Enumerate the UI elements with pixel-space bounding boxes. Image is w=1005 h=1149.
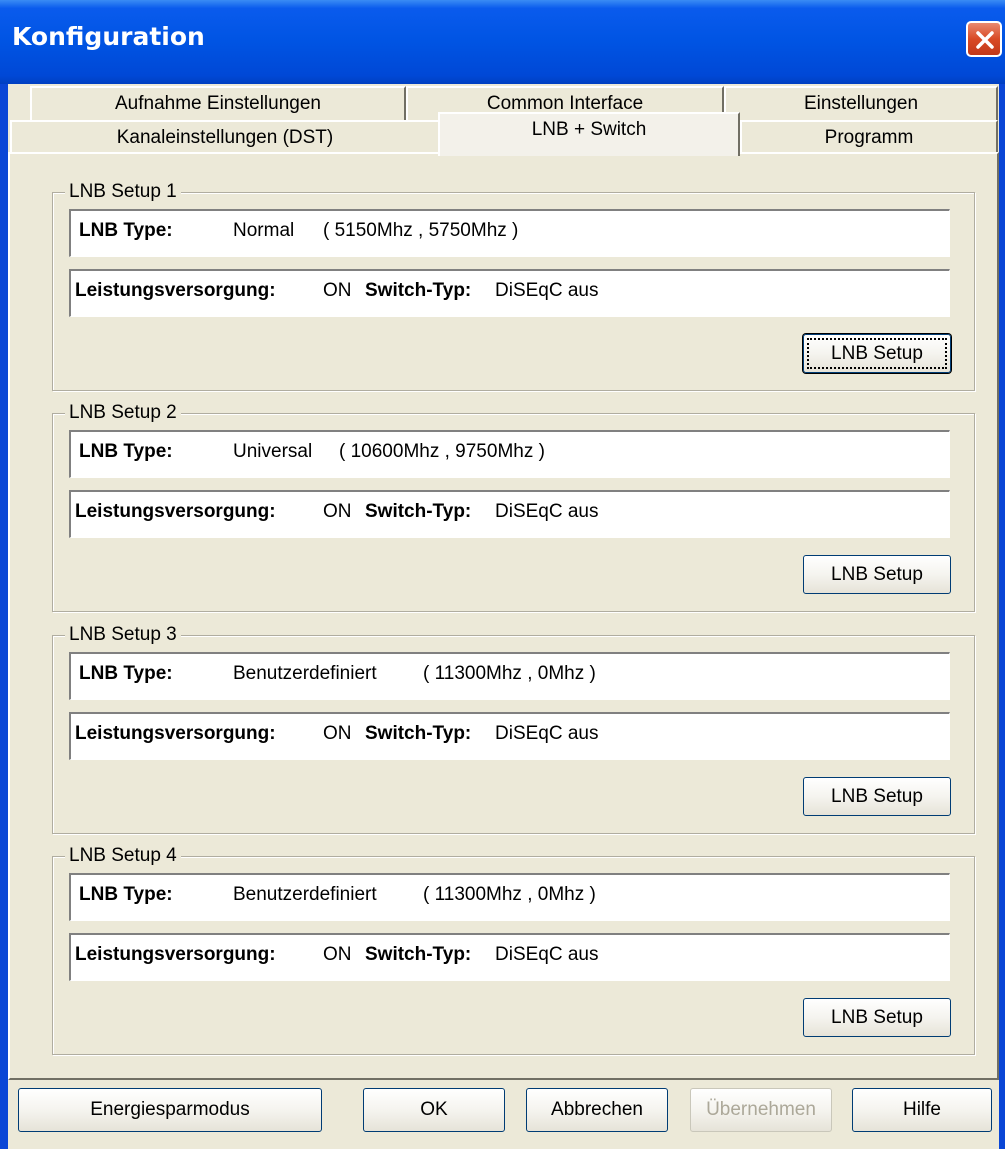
tab-einstellungen[interactable]: Einstellungen	[724, 86, 998, 122]
lnb-frequencies: ( 11300Mhz , 0Mhz )	[423, 663, 596, 684]
power-value: ON	[323, 501, 352, 522]
power-value: ON	[323, 944, 352, 965]
switch-value: DiSEqC aus	[495, 723, 599, 744]
energy-saving-button[interactable]: Energiesparmodus	[18, 1088, 322, 1132]
power-label: Leistungsversorgung:	[75, 723, 276, 744]
lnb-setup-button-3[interactable]: LNB Setup	[803, 777, 951, 816]
lnb-setup-group-1: LNB Setup 1 LNB Type: Normal ( 5150Mhz ,…	[52, 181, 975, 391]
switch-value: DiSEqC aus	[495, 501, 599, 522]
tab-aufnahme-einstellungen[interactable]: Aufnahme Einstellungen	[30, 86, 406, 122]
cancel-button[interactable]: Abbrechen	[526, 1088, 668, 1132]
lnb-type-label: LNB Type:	[79, 663, 173, 684]
title-bar[interactable]: Konfiguration	[0, 0, 1005, 84]
lnb-type-value: Benutzerdefiniert	[233, 884, 377, 905]
lnb-setup-group-3: LNB Setup 3 LNB Type: Benutzerdefiniert …	[52, 624, 975, 834]
power-switch-box: Leistungsversorgung: ON Switch-Typ: DiSE…	[69, 712, 950, 760]
lnb-setup-group-2: LNB Setup 2 LNB Type: Universal ( 10600M…	[52, 402, 975, 612]
tab-lnb-switch[interactable]: LNB + Switch	[438, 112, 740, 156]
lnb-type-box: LNB Type: Benutzerdefiniert ( 11300Mhz ,…	[69, 873, 950, 921]
tab-programm[interactable]: Programm	[740, 120, 998, 156]
lnb-setup-button-4[interactable]: LNB Setup	[803, 998, 951, 1037]
power-label: Leistungsversorgung:	[75, 280, 276, 301]
window-title: Konfiguration	[12, 22, 205, 51]
group-legend: LNB Setup 2	[65, 402, 181, 424]
power-value: ON	[323, 723, 352, 744]
lnb-type-value: Normal	[233, 220, 295, 241]
group-legend: LNB Setup 4	[65, 845, 181, 867]
power-label: Leistungsversorgung:	[75, 501, 276, 522]
ok-button[interactable]: OK	[363, 1088, 505, 1132]
apply-button[interactable]: Übernehmen	[690, 1088, 832, 1132]
lnb-type-label: LNB Type:	[79, 884, 173, 905]
lnb-setup-group-4: LNB Setup 4 LNB Type: Benutzerdefiniert …	[52, 845, 975, 1055]
group-legend: LNB Setup 3	[65, 624, 181, 646]
lnb-frequencies: ( 10600Mhz , 9750Mhz )	[339, 441, 545, 462]
switch-value: DiSEqC aus	[495, 280, 599, 301]
switch-label: Switch-Typ:	[365, 501, 472, 522]
switch-value: DiSEqC aus	[495, 944, 599, 965]
help-button[interactable]: Hilfe	[852, 1088, 992, 1132]
lnb-type-value: Universal	[233, 441, 313, 462]
lnb-type-box: LNB Type: Benutzerdefiniert ( 11300Mhz ,…	[69, 652, 950, 700]
lnb-setup-button-1[interactable]: LNB Setup	[803, 334, 951, 373]
lnb-frequencies: ( 5150Mhz , 5750Mhz )	[323, 220, 519, 241]
lnb-type-value: Benutzerdefiniert	[233, 663, 377, 684]
lnb-type-box: LNB Type: Normal ( 5150Mhz , 5750Mhz )	[69, 209, 950, 257]
lnb-type-label: LNB Type:	[79, 441, 173, 462]
lnb-frequencies: ( 11300Mhz , 0Mhz )	[423, 884, 596, 905]
lnb-type-label: LNB Type:	[79, 220, 173, 241]
lnb-setup-button-2[interactable]: LNB Setup	[803, 555, 951, 594]
power-switch-box: Leistungsversorgung: ON Switch-Typ: DiSE…	[69, 933, 950, 981]
power-label: Leistungsversorgung:	[75, 944, 276, 965]
tab-kanaleinstellungen[interactable]: Kanaleinstellungen (DST)	[10, 120, 440, 156]
switch-label: Switch-Typ:	[365, 280, 472, 301]
power-value: ON	[323, 280, 352, 301]
switch-label: Switch-Typ:	[365, 723, 472, 744]
power-switch-box: Leistungsversorgung: ON Switch-Typ: DiSE…	[69, 490, 950, 538]
close-button[interactable]	[966, 21, 1002, 57]
power-switch-box: Leistungsversorgung: ON Switch-Typ: DiSE…	[69, 269, 950, 317]
lnb-type-box: LNB Type: Universal ( 10600Mhz , 9750Mhz…	[69, 430, 950, 478]
group-legend: LNB Setup 1	[65, 181, 181, 203]
close-icon	[976, 31, 994, 49]
switch-label: Switch-Typ:	[365, 944, 472, 965]
